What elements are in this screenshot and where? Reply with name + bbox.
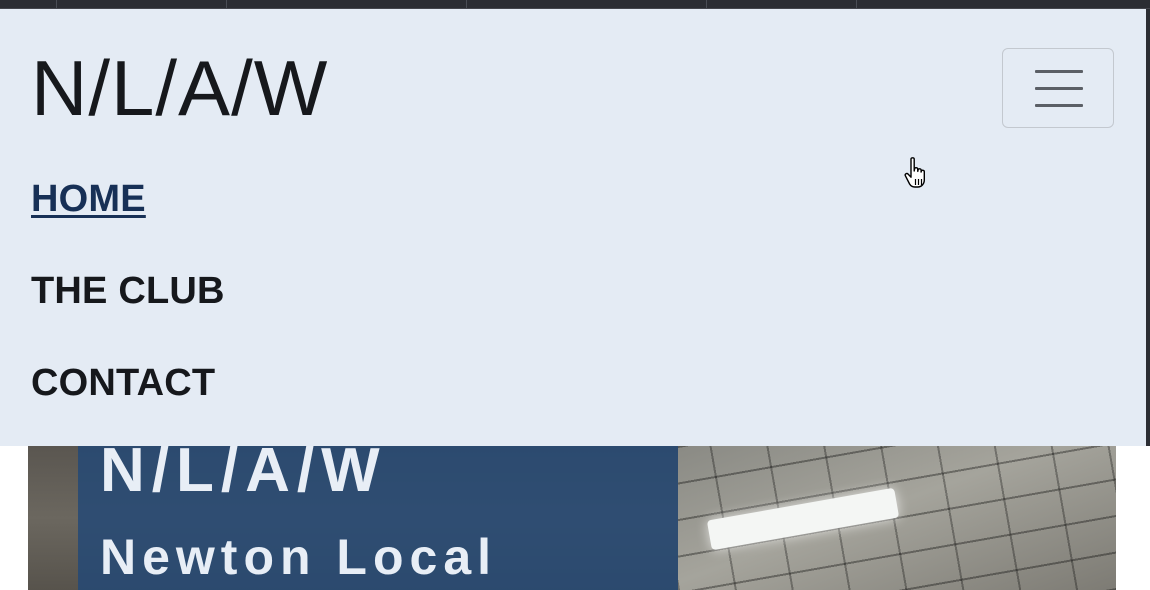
strip-divider [466, 0, 467, 8]
navbar-toggler-button[interactable] [1002, 48, 1114, 128]
hero-banner: N/L/A/W Newton Local [28, 446, 1116, 590]
nav-link-contact[interactable]: CONTACT [31, 361, 215, 405]
hamburger-bar [1035, 87, 1083, 90]
nav-link-the-club[interactable]: THE CLUB [31, 269, 225, 313]
nav-link-home[interactable]: HOME [31, 177, 146, 221]
strip-divider [856, 0, 857, 8]
brand-logo-link[interactable]: N/L/A/W [31, 43, 328, 133]
strip-divider [706, 0, 707, 8]
strip-divider [226, 0, 227, 8]
browser-top-strip [0, 0, 1150, 9]
hero-subtitle: Newton Local [100, 529, 498, 585]
hero-text-panel: N/L/A/W Newton Local [78, 446, 678, 590]
hamburger-bar [1035, 70, 1083, 73]
hamburger-bar [1035, 104, 1083, 107]
navbar: N/L/A/W HOME THE CLUB CONTACT [0, 9, 1146, 446]
hand-pointer-icon [904, 157, 925, 188]
hero-title: N/L/A/W [100, 446, 387, 505]
window-edge [1146, 9, 1150, 446]
strip-divider [56, 0, 57, 8]
